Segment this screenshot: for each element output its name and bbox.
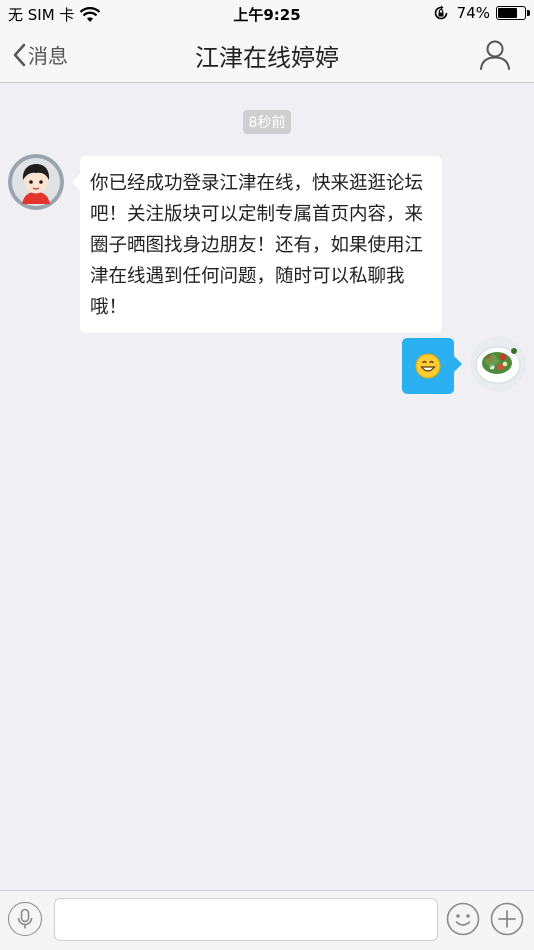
plus-icon[interactable] <box>490 902 524 936</box>
timestamp-label: 8秒前 <box>242 110 292 134</box>
incoming-message-bubble[interactable]: 你已经成功登录江津在线，快来逛逛论坛吧！关注版块可以定制专属首页内容，来圈子晒图… <box>72 156 442 333</box>
status-bar: 无 SIM 卡 上午9:25 74% <box>0 0 534 28</box>
rotation-lock-icon <box>434 5 447 20</box>
input-bar <box>0 890 534 950</box>
outgoing-message-bubble[interactable] <box>402 338 462 394</box>
message-timestamp: 8秒前 <box>0 110 534 134</box>
sender-avatar[interactable] <box>8 154 64 210</box>
page-title: 江津在线婷婷 <box>195 44 339 72</box>
battery-percent: 74% <box>456 4 490 22</box>
incoming-message-text: 你已经成功登录江津在线，快来逛逛论坛吧！关注版块可以定制专属首页内容，来圈子晒图… <box>90 173 424 318</box>
user-profile-icon[interactable] <box>478 38 512 72</box>
status-right: 74% <box>433 4 530 22</box>
grinning-emoji-icon <box>415 353 441 379</box>
chat-area[interactable]: 8秒前 你已经成功登录江津在线，快来逛逛论坛吧！关注版块可以定制专属首页内容，来… <box>0 84 534 890</box>
microphone-icon <box>17 908 33 929</box>
chat-screen: 无 SIM 卡 上午9:25 74% 消息 江津在线婷婷 8秒前 你已经成功登录… <box>0 0 534 950</box>
message-input[interactable] <box>54 898 438 941</box>
emoji-picker-icon[interactable] <box>446 902 480 936</box>
voice-input-button[interactable] <box>8 902 42 936</box>
own-avatar[interactable] <box>470 336 526 392</box>
nav-bar: 消息 江津在线婷婷 <box>0 28 534 83</box>
battery-icon <box>496 6 530 20</box>
battery-fill <box>498 8 518 18</box>
